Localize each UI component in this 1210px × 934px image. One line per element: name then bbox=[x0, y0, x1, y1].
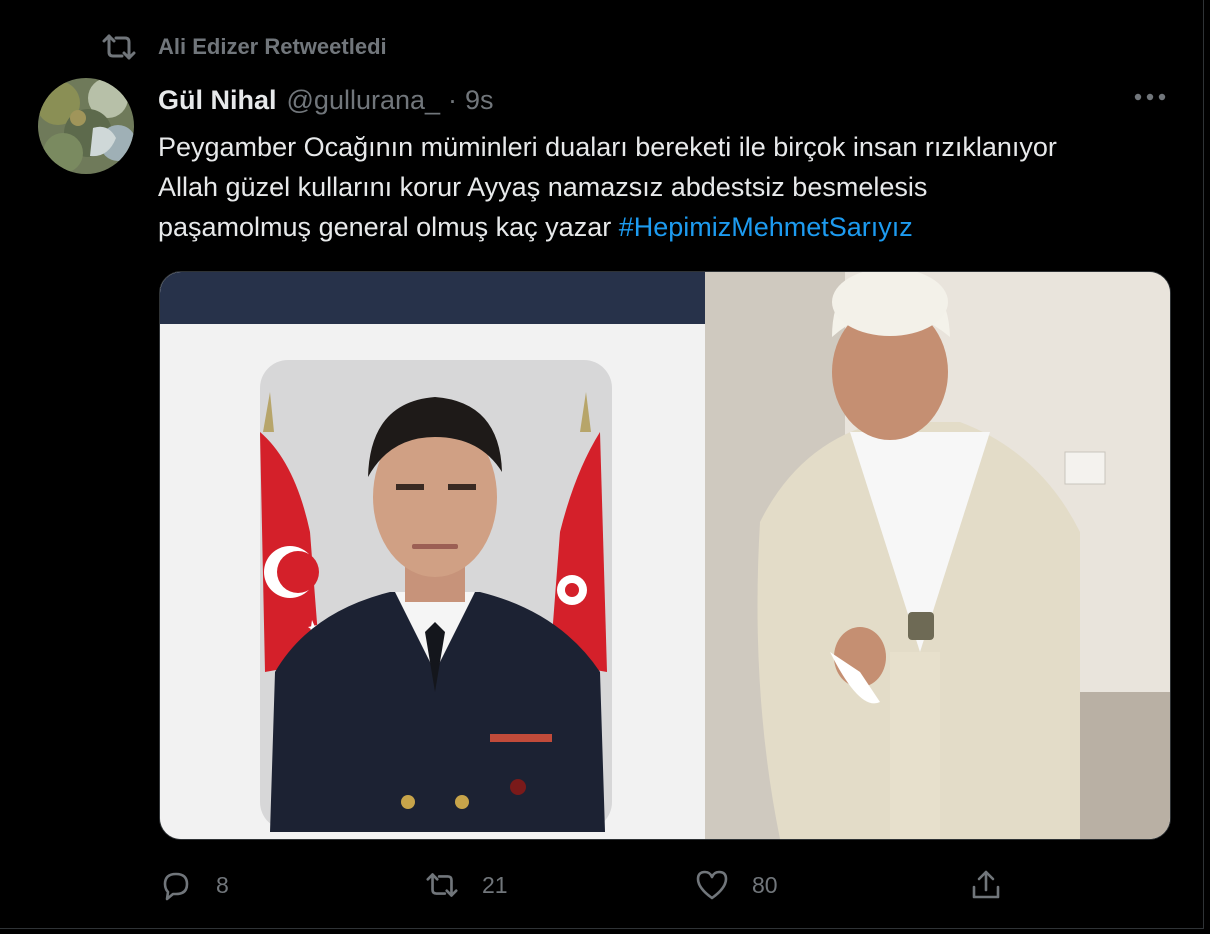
tweet-actions: 8 21 80 bbox=[158, 862, 1168, 908]
author-name[interactable]: Gül Nihal bbox=[158, 85, 277, 116]
more-icon bbox=[1134, 93, 1166, 101]
tweet-text-line: Allah güzel kullarını korur Ayyaş namazs… bbox=[158, 172, 928, 202]
tweet-header: Gül Nihal @gullurana_ · 9s bbox=[158, 82, 494, 118]
share-button[interactable] bbox=[968, 862, 1026, 908]
reply-count: 8 bbox=[216, 871, 229, 898]
heart-icon bbox=[694, 867, 730, 903]
tweet-timestamp[interactable]: 9s bbox=[465, 85, 494, 116]
retweet-context[interactable]: Ali Edizer Retweetledi bbox=[100, 30, 387, 64]
tweet-text-line: paşamolmuş general olmuş kaç yazar #Hepi… bbox=[158, 207, 1188, 247]
reply-icon bbox=[158, 867, 194, 903]
tweet-media[interactable] bbox=[159, 271, 1171, 840]
retweet-count: 21 bbox=[482, 871, 508, 898]
hashtag-link[interactable]: #HepimizMehmetSarıyız bbox=[619, 212, 913, 242]
tweet-text-segment: paşamolmuş general olmuş kaç yazar bbox=[158, 212, 619, 242]
more-button[interactable] bbox=[1130, 82, 1170, 112]
tweet-text-line: Peygamber Ocağının müminleri duaları ber… bbox=[158, 132, 1057, 162]
tweet-card[interactable]: Ali Edizer Retweetledi Gül Nihal @gullur… bbox=[0, 0, 1204, 929]
media-photo-right bbox=[705, 272, 1170, 839]
retweet-button[interactable]: 21 bbox=[424, 862, 508, 908]
retweet-label: Ali Edizer Retweetledi bbox=[158, 34, 387, 59]
author-handle[interactable]: @gullurana_ bbox=[287, 85, 441, 116]
retweet-icon bbox=[100, 32, 138, 62]
retweet-icon bbox=[424, 867, 460, 903]
like-button[interactable]: 80 bbox=[694, 862, 778, 908]
separator-dot: · bbox=[448, 84, 458, 115]
like-count: 80 bbox=[752, 871, 778, 898]
share-icon bbox=[968, 867, 1004, 903]
tweet-text: Peygamber Ocağının müminleri duaları ber… bbox=[158, 127, 1188, 247]
media-photo-left bbox=[160, 272, 705, 839]
reply-button[interactable]: 8 bbox=[158, 862, 229, 908]
avatar[interactable] bbox=[38, 78, 134, 174]
